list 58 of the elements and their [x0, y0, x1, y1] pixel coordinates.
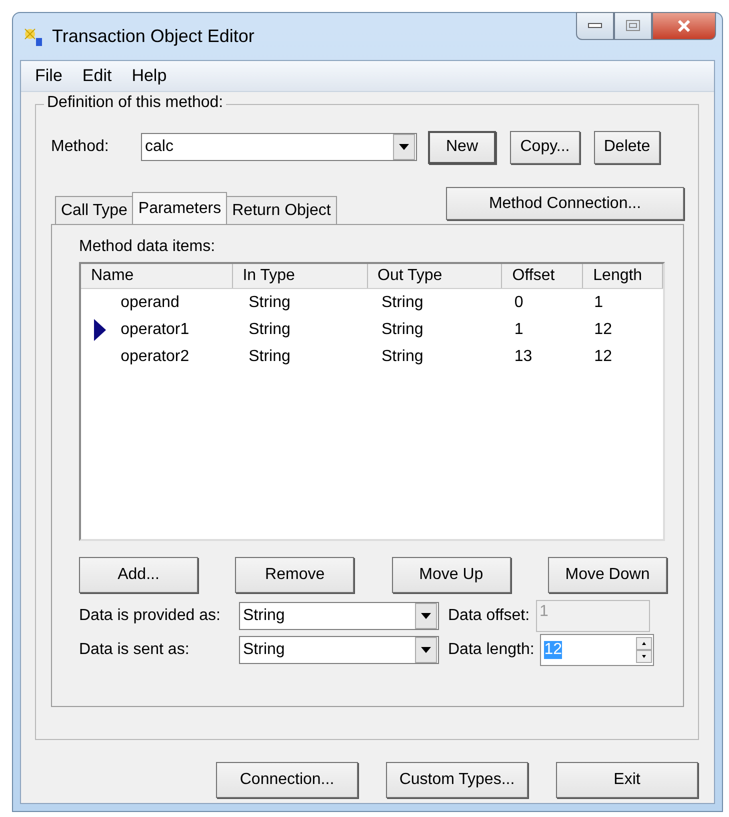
close-button[interactable] — [652, 12, 716, 40]
provided-dropdown[interactable]: String — [239, 602, 439, 630]
close-icon — [676, 19, 692, 33]
column-header[interactable]: In Type — [232, 264, 368, 288]
table-cell-text: operator1 — [120, 320, 190, 338]
menu-item[interactable]: File — [27, 66, 70, 86]
sent-dropdown[interactable]: String — [239, 636, 439, 664]
table-cell-text: operand — [120, 294, 180, 312]
tab[interactable]: Return Object — [226, 196, 337, 224]
method-button[interactable]: Delete — [594, 130, 660, 164]
list-label: Method data items: — [79, 238, 216, 256]
table-cell-text: 1 — [593, 294, 604, 312]
table-cell-text: String — [248, 294, 292, 312]
spin-arrows-icon[interactable] — [636, 637, 652, 663]
table-cell-text: String — [248, 320, 292, 338]
minimize-button[interactable] — [576, 12, 614, 40]
table-cell-text: 0 — [513, 294, 524, 312]
list-button[interactable]: Remove — [235, 557, 354, 593]
method-connection-button[interactable]: Method Connection... — [446, 187, 684, 220]
dropdown-arrow-icon — [421, 647, 431, 653]
table-cell-text: operator2 — [120, 348, 190, 366]
list-button[interactable]: Add... — [79, 557, 198, 593]
maximize-button[interactable] — [614, 12, 652, 40]
table-cell-text: String — [248, 348, 292, 366]
column-header[interactable]: Name — [81, 264, 233, 288]
list-button[interactable]: Move Up — [392, 557, 511, 593]
table-cell-text: 12 — [593, 320, 613, 338]
column-header[interactable]: Out Type — [368, 264, 502, 288]
method-button[interactable]: New — [428, 130, 496, 164]
dialog-button[interactable]: Connection... — [216, 762, 358, 798]
table-cell-text: 1 — [513, 320, 524, 338]
app-icon — [22, 26, 44, 48]
window-title: Transaction Object Editor — [52, 26, 254, 47]
maximize-icon — [626, 20, 640, 32]
dialog-button[interactable]: Custom Types... — [386, 762, 528, 798]
dropdown-arrow-icon — [421, 613, 431, 619]
dialog-button[interactable]: Exit — [556, 762, 698, 798]
menu-item[interactable]: Help — [124, 66, 175, 86]
minimize-icon — [588, 23, 602, 29]
field-label: Data is sent as: — [79, 641, 190, 659]
field-label: Data offset: — [448, 607, 530, 625]
tab[interactable]: Call Type — [55, 196, 134, 224]
dropdown-arrow-icon — [399, 144, 409, 150]
menu-item[interactable]: Edit — [74, 66, 120, 86]
table-cell-text: String — [380, 294, 424, 312]
table-cell-text: String — [380, 348, 424, 366]
tab[interactable]: Parameters — [132, 192, 228, 224]
table-cell-text: 12 — [593, 348, 613, 366]
field-label: Data length: — [448, 641, 534, 659]
column-header[interactable]: Length — [583, 264, 664, 288]
field-label: Data is provided as: — [79, 607, 222, 625]
table-cell-text: 13 — [513, 348, 534, 366]
method-label: Method: — [51, 138, 110, 156]
table-cell-text: String — [380, 320, 424, 338]
list-button[interactable]: Move Down — [548, 557, 667, 593]
method-button[interactable]: Copy... — [510, 130, 580, 164]
method-dropdown[interactable]: calc — [141, 133, 417, 161]
column-header[interactable]: Offset — [502, 264, 584, 288]
